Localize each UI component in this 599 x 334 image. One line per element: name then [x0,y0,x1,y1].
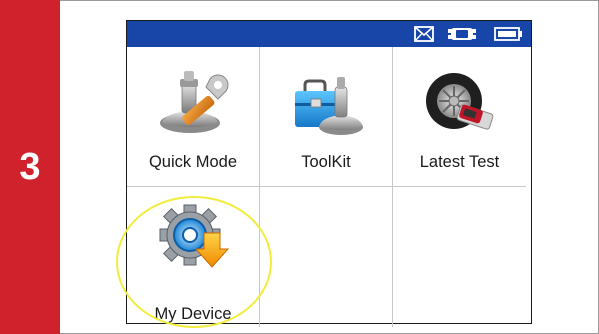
toolkit-label: ToolKit [301,153,351,171]
toolkit-tile[interactable]: ToolKit [260,47,393,187]
tpms-wrench-icon [160,71,229,133]
step-number: 3 [19,146,41,188]
tire-test-icon [426,73,494,130]
menu-grid: Quick Mode ToolKit Latest Test My Device [127,47,531,327]
empty-tile [260,187,393,327]
toolbox-icon [295,77,363,135]
vehicle-icon [448,28,476,40]
my-device-label: My Device [154,305,232,323]
status-bar [127,21,531,47]
quick-mode-label: Quick Mode [148,153,238,171]
mail-icon [414,26,434,42]
empty-tile [393,187,526,327]
quick-mode-tile[interactable]: Quick Mode [127,47,260,187]
gear-download-icon [159,204,230,268]
latest-test-label: Latest Test [419,153,500,171]
my-device-tile[interactable]: My Device [127,187,260,327]
latest-test-tile[interactable]: Latest Test [393,47,526,187]
device-screen: Quick Mode ToolKit Latest Test My Device [126,20,532,327]
step-bar: 3 [0,0,60,334]
battery-icon [494,27,522,41]
